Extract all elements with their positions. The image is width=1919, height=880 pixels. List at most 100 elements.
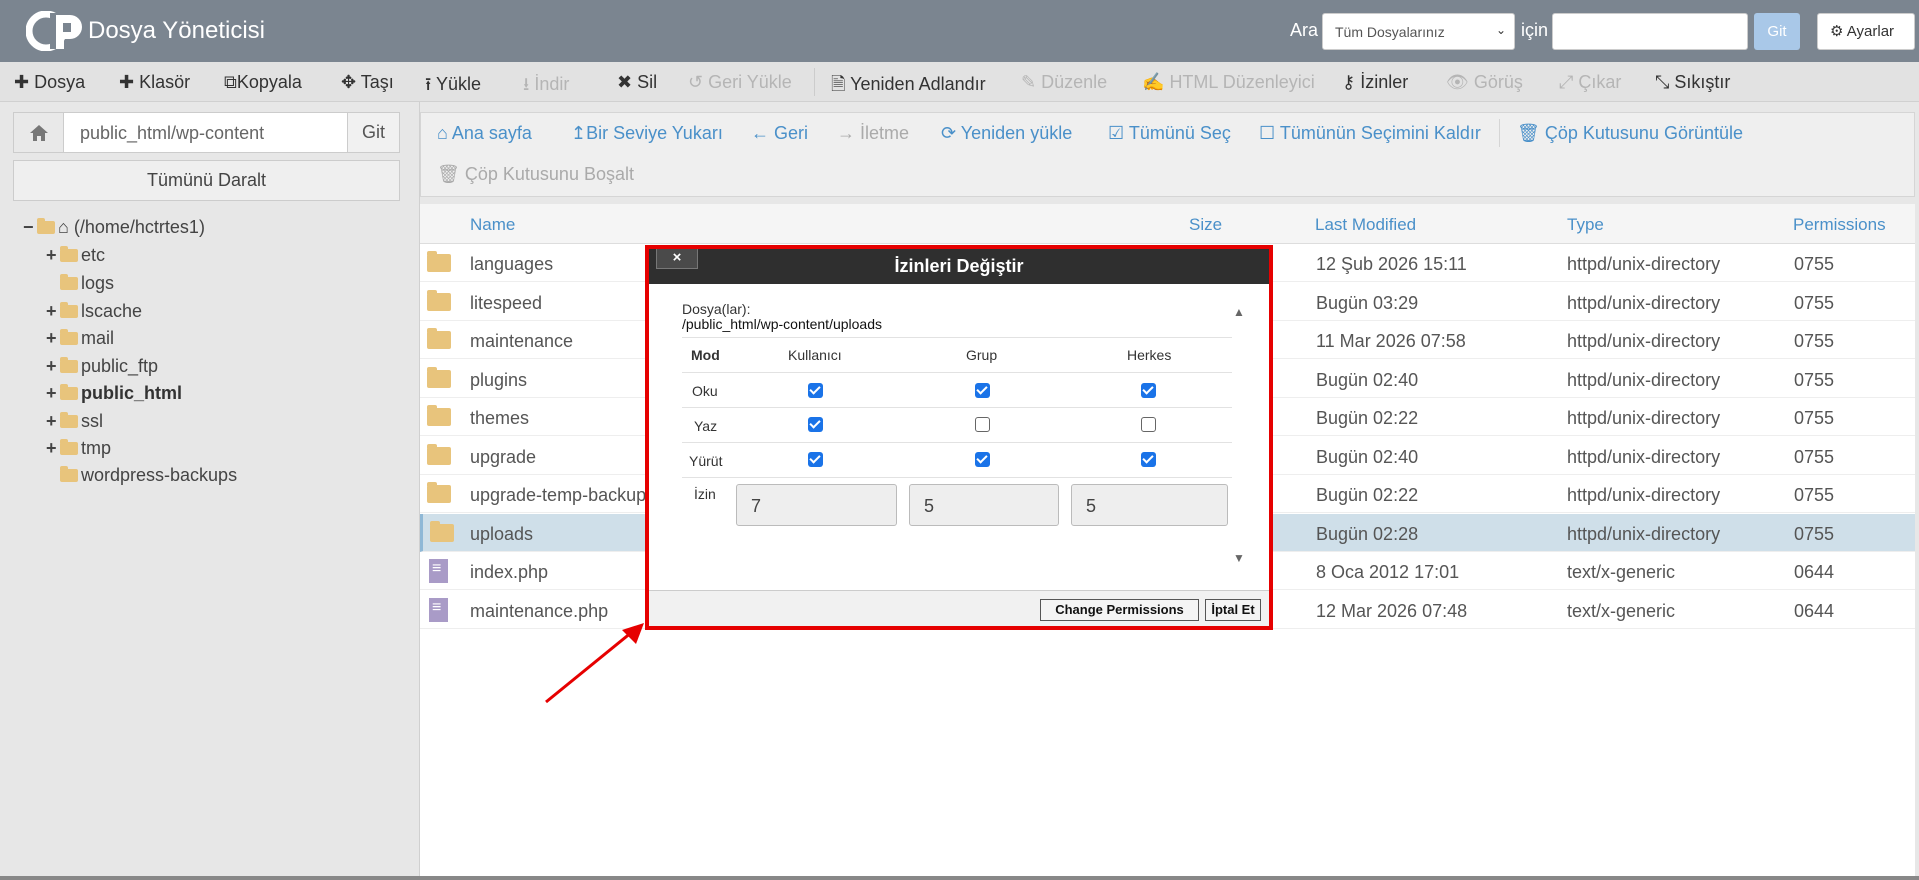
deselect-all-label: Tümünün Seçimini Kaldır [1279,123,1481,143]
restore-button[interactable]: ↺ Geri Yükle [688,72,792,93]
read-user-checkbox[interactable] [808,383,823,398]
tree-item-ssl[interactable]: + ssl [46,409,103,433]
empty-trash-button[interactable]: 🗑 Çöp Kutusunu Boşalt [437,164,634,185]
table-header: Name Size Last Modified Type Permissions [420,204,1915,244]
column-type[interactable]: Type [1567,215,1604,235]
expand-toggle[interactable]: + [46,436,60,460]
permissions-button[interactable]: ⚷ İzinler [1342,72,1408,93]
home-nav-button[interactable]: ⌂ Ana sayfa [437,123,532,144]
search-input[interactable] [1552,13,1748,50]
tree-item-logs[interactable]: logs [46,271,114,295]
collapse-toggle[interactable]: − [23,215,37,239]
execute-group-checkbox[interactable] [975,452,990,467]
edit-icon: ✍ [1142,72,1165,92]
reload-button[interactable]: ⟳ Yeniden yükle [941,123,1072,144]
annotation-arrow-icon [545,623,644,704]
file-text-icon [429,598,448,622]
back-label: Geri [774,123,809,143]
deselect-all-button[interactable]: ☐ Tümünün Seçimini Kaldır [1259,123,1481,144]
tree-item-public-html[interactable]: + public_html [46,381,182,405]
settings-button[interactable]: ⚙ Ayarlar [1817,13,1915,50]
compress-button[interactable]: ⤡ Sıkıştır [1655,72,1730,93]
change-permissions-button[interactable]: Change Permissions [1040,599,1199,621]
column-size[interactable]: Size [1189,215,1222,235]
expand-toggle[interactable]: + [46,326,60,350]
read-world-checkbox[interactable] [1141,383,1156,398]
octal-user-input[interactable]: 7 [736,484,897,526]
for-label: için [1521,20,1549,40]
pencil-icon: ✎ [1021,72,1037,92]
tree-item-tmp[interactable]: + tmp [46,436,111,460]
delete-button[interactable]: ✖ Sil [617,72,657,93]
cancel-button[interactable]: İptal Et [1205,599,1261,621]
scroll-up-icon[interactable]: ▲ [1233,305,1245,319]
key-icon: ⚷ [1342,72,1356,92]
octal-world-input[interactable]: 5 [1071,484,1228,526]
expand-toggle[interactable]: + [46,409,60,433]
tree-label: etc [81,245,106,265]
tree-item-public-ftp[interactable]: + public_ftp [46,354,158,378]
download-button[interactable]: ⭳ İndir [523,72,569,102]
select-all-button[interactable]: ☑ Tümünü Seç [1108,123,1231,144]
tree-label: ssl [81,411,103,431]
up-level-button[interactable]: ↥Bir Seviye Yukarı [571,123,723,144]
home-path-button[interactable] [14,113,64,152]
scroll-down-icon[interactable]: ▼ [1233,551,1245,565]
file-perms: 0755 [1794,447,1835,467]
column-name[interactable]: Name [470,215,515,235]
path-bar: public_html/wp-content Git [13,112,400,153]
arrow-right-icon: → [837,123,855,143]
search-go-button[interactable]: Git [1754,13,1800,50]
expand-icon: ⤢ [1559,72,1574,92]
view-button[interactable]: 👁 Görüş [1446,72,1523,93]
up-level-label: Bir Seviye Yukarı [586,123,723,143]
path-input[interactable]: public_html/wp-content [80,123,264,144]
tree-item-mail[interactable]: + mail [46,326,114,350]
html-editor-button[interactable]: ✍ HTML Düzenleyici [1142,72,1315,93]
move-button[interactable]: ✥ Taşı [341,72,394,93]
write-user-checkbox[interactable] [808,417,823,432]
column-last-modified[interactable]: Last Modified [1315,215,1416,235]
rename-button[interactable]: 🗎 Yeniden Adlandır [831,72,986,102]
path-go-button[interactable]: Git [347,113,399,152]
delete-label: Sil [637,72,658,92]
forward-button[interactable]: → İletme [837,123,909,144]
execute-user-checkbox[interactable] [808,452,823,467]
search-scope-select[interactable]: Tüm Dosyalarınız ⌄ [1322,13,1515,50]
file-name: maintenance [470,331,574,351]
tree-item-wordpress-backups[interactable]: wordpress-backups [46,463,237,487]
new-file-button[interactable]: ✚ Dosya [14,72,85,93]
column-permissions[interactable]: Permissions [1793,215,1886,235]
download-label: İndir [534,74,570,94]
edit-button[interactable]: ✎ Düzenle [1021,72,1107,93]
settings-label: Ayarlar [1846,23,1895,40]
new-folder-button[interactable]: ✚ Klasör [119,72,190,93]
upload-button[interactable]: ⭱ Yükle [425,72,481,102]
write-world-checkbox[interactable] [1141,417,1156,432]
octal-group-input[interactable]: 5 [909,484,1059,526]
copy-label: Kopyala [236,72,302,92]
collapse-all-button[interactable]: Tümünü Daralt [13,160,400,201]
copy-button[interactable]: ⧉Kopyala [224,72,302,93]
execute-world-checkbox[interactable] [1141,452,1156,467]
close-icon[interactable]: × [656,249,698,269]
write-group-checkbox[interactable] [975,417,990,432]
extract-button[interactable]: ⤢ Çıkar [1559,72,1621,93]
view-trash-button[interactable]: 🗑 Çöp Kutusunu Görüntüle [1517,123,1743,144]
folder-icon [427,482,451,503]
tree-item-etc[interactable]: + etc [46,243,105,267]
expand-toggle[interactable]: + [46,243,60,267]
tree-label: (/home/hctrtes1) [73,217,205,237]
file-name: languages [470,254,554,274]
home-icon [29,125,48,141]
file-modified: Bugün 02:22 [1316,408,1419,428]
expand-toggle[interactable]: + [46,354,60,378]
back-button[interactable]: ← Geri [751,123,808,144]
tree-item-lscache[interactable]: + lscache [46,299,142,323]
tree-item-home[interactable]: − ⌂ (/home/hctrtes1) [23,215,205,239]
read-group-checkbox[interactable] [975,383,990,398]
reload-label: Yeniden yükle [960,123,1073,143]
rename-label: Yeniden Adlandır [850,74,986,94]
expand-toggle[interactable]: + [46,299,60,323]
expand-toggle[interactable]: + [46,381,60,405]
